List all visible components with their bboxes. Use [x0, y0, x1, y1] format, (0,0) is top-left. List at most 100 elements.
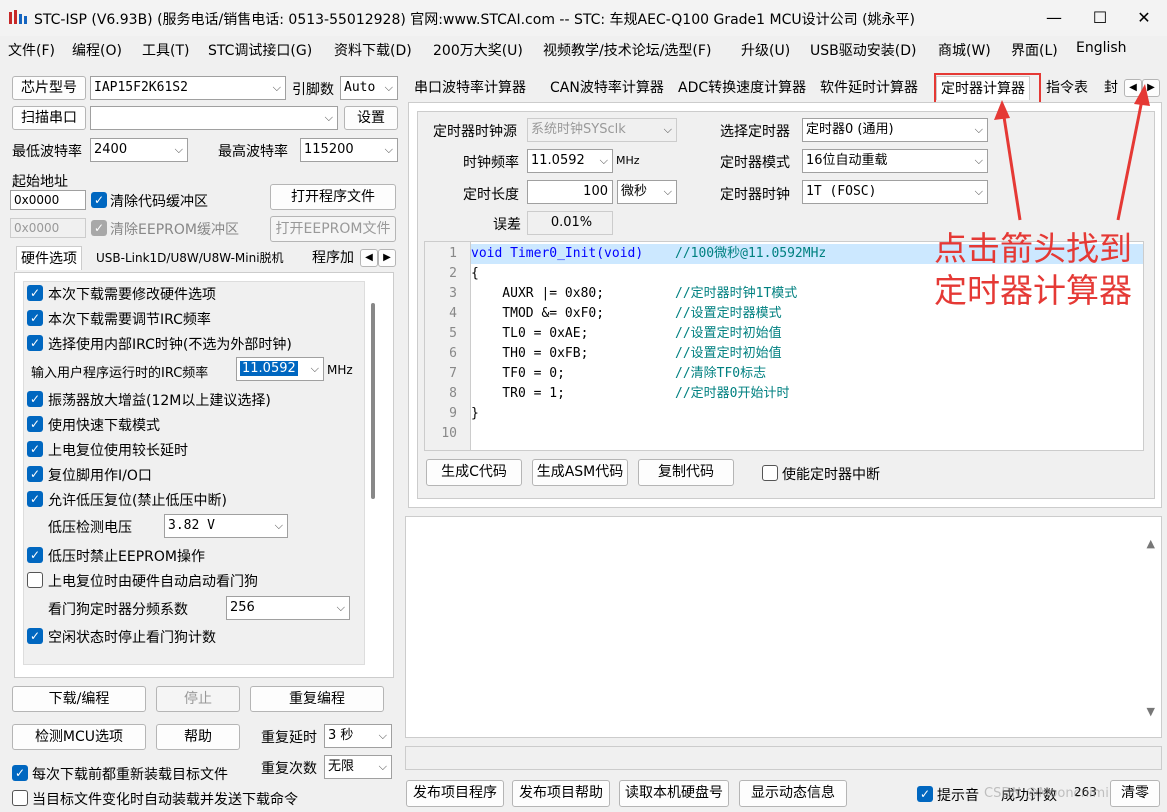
menu-program[interactable]: 编程(O)	[72, 40, 122, 60]
menu-english[interactable]: English	[1076, 40, 1127, 56]
min-baud-value: 2400	[94, 142, 128, 157]
repeat-delay-select[interactable]: 3 秒 ⌵	[324, 724, 392, 748]
menu-usb-driver[interactable]: USB驱动安装(D)	[810, 40, 916, 60]
hw-option-checkbox[interactable]: ✓	[27, 547, 43, 563]
tab-uart-baud-calc[interactable]: 串口波特率计算器	[410, 76, 530, 100]
copy-code-button[interactable]: 复制代码	[638, 459, 734, 486]
code-comment: //定时器0开始计时	[675, 386, 790, 401]
line-number: 7	[449, 366, 457, 381]
close-button[interactable]: ✕	[1121, 0, 1167, 36]
clear-code-checkbox[interactable]: ✓	[91, 192, 107, 208]
repeat-count-select[interactable]: 无限 ⌵	[324, 755, 392, 779]
select-timer-select[interactable]: 定时器0 (通用) ⌵	[802, 118, 988, 142]
clear-count-button[interactable]: 清零	[1110, 780, 1160, 807]
clock-frequency-select[interactable]: 11.0592 ⌵	[527, 149, 613, 173]
maximize-button[interactable]: ☐	[1077, 0, 1123, 36]
tab-scroll-right-button[interactable]: ▶	[378, 249, 396, 267]
tab-program-encrypt[interactable]: 程序加	[308, 246, 358, 270]
scroll-up-icon[interactable]: ▲	[1147, 537, 1155, 550]
hw-option-checkbox[interactable]: ✓	[27, 310, 43, 326]
generate-c-code-button[interactable]: 生成C代码	[426, 459, 522, 486]
timer-clock-source-label: 定时器时钟源	[433, 124, 517, 140]
eeprom-address-input: 0x0000	[10, 218, 86, 238]
download-program-button[interactable]: 下载/编程	[12, 686, 146, 712]
chevron-down-icon: ⌵	[174, 143, 183, 156]
reload-before-download-checkbox[interactable]: ✓	[12, 765, 28, 781]
auto-load-checkbox[interactable]: ✓	[12, 790, 28, 806]
timer-length-input[interactable]: 100	[527, 180, 613, 204]
tab-scroll-left-button[interactable]: ◀	[360, 249, 378, 267]
publish-help-button[interactable]: 发布项目帮助	[512, 780, 610, 807]
enable-timer-interrupt-checkbox[interactable]: ✓	[762, 465, 778, 481]
port-settings-button[interactable]: 设置	[344, 106, 398, 130]
menu-download[interactable]: 资料下载(D)	[334, 40, 412, 60]
hw-option-checkbox[interactable]: ✓	[27, 391, 43, 407]
code-comment: //定时器时钟1T模式	[675, 286, 798, 301]
timer-clock-select[interactable]: 1T (FOSC) ⌵	[802, 180, 988, 204]
scroll-down-icon[interactable]: ▼	[1147, 705, 1155, 718]
irc-frequency-select[interactable]: 11.0592 ⌵	[236, 357, 324, 381]
menu-prize[interactable]: 200万大奖(U)	[433, 40, 523, 60]
read-disk-id-button[interactable]: 读取本机硬盘号	[619, 780, 729, 807]
code-address-input[interactable]: 0x0000	[10, 190, 86, 210]
chip-type-button[interactable]: 芯片型号	[12, 76, 86, 100]
menu-tools[interactable]: 工具(T)	[142, 40, 189, 60]
menu-interface[interactable]: 界面(L)	[1011, 40, 1058, 60]
line-number: 4	[449, 306, 457, 321]
error-label: 误差	[493, 217, 521, 233]
code-comment: //清除TF0标志	[675, 366, 767, 381]
hw-option-wdt-idle: 空闲状态时停止看门狗计数	[48, 630, 216, 646]
tab-usb-link[interactable]: USB-Link1D/U8W/U8W-Mini脱机	[92, 246, 288, 270]
hw-option-checkbox[interactable]: ✓	[27, 335, 43, 351]
help-button[interactable]: 帮助	[156, 724, 240, 750]
timer-mode-select[interactable]: 16位自动重载 ⌵	[802, 149, 988, 173]
hw-option-checkbox[interactable]: ✓	[27, 466, 43, 482]
port-select[interactable]: ⌵	[90, 106, 338, 130]
hw-option-checkbox[interactable]: ✓	[27, 572, 43, 588]
hw-option-checkbox[interactable]: ✓	[27, 285, 43, 301]
publish-project-button[interactable]: 发布项目程序	[406, 780, 504, 807]
repeat-count-label: 重复次数	[261, 761, 317, 777]
window-title: STC-ISP (V6.93B) (服务电话/销售电话: 0513-550129…	[34, 12, 915, 28]
tab-hardware-options[interactable]: 硬件选项	[16, 246, 82, 270]
chevron-down-icon: ⌵	[974, 154, 983, 167]
hw-option-osc-gain: 振荡器放大增益(12M以上建议选择)	[48, 393, 271, 409]
code-line: 6 TH0 = 0xFB; //设置定时初始值	[425, 344, 1143, 364]
show-dynamic-info-button[interactable]: 显示动态信息	[739, 780, 847, 807]
open-program-file-button[interactable]: 打开程序文件	[270, 184, 396, 210]
timer-mode-label: 定时器模式	[720, 155, 790, 171]
max-baud-select[interactable]: 115200 ⌵	[300, 138, 398, 162]
wdt-prescaler-select[interactable]: 256 ⌵	[226, 596, 350, 620]
line-number: 3	[449, 286, 457, 301]
options-scrollbar[interactable]	[371, 303, 375, 499]
pins-select[interactable]: Auto ⌵	[340, 76, 398, 100]
hw-option-checkbox[interactable]: ✓	[27, 628, 43, 644]
menu-shop[interactable]: 商城(W)	[938, 40, 991, 60]
output-log[interactable]: ▲ ▼	[405, 516, 1162, 738]
detect-mcu-button[interactable]: 检测MCU选项	[12, 724, 146, 750]
hw-option-checkbox[interactable]: ✓	[27, 491, 43, 507]
min-baud-select[interactable]: 2400 ⌵	[90, 138, 188, 162]
hw-option-checkbox[interactable]: ✓	[27, 416, 43, 432]
low-voltage-select[interactable]: 3.82 V ⌵	[164, 514, 288, 538]
timer-length-unit-select[interactable]: 微秒 ⌵	[617, 180, 677, 204]
generate-asm-code-button[interactable]: 生成ASM代码	[532, 459, 628, 486]
menu-upgrade[interactable]: 升级(U)	[741, 40, 790, 60]
tab-adc-speed-calc[interactable]: ADC转换速度计算器	[674, 76, 810, 100]
select-timer-label: 选择定时器	[720, 124, 790, 140]
menu-video[interactable]: 视频教学/技术论坛/选型(F)	[543, 40, 711, 60]
annotation-line-1: 点击箭头找到	[934, 229, 1132, 268]
chevron-down-icon: ⌵	[378, 760, 387, 773]
tab-can-baud-calc[interactable]: CAN波特率计算器	[546, 76, 668, 100]
menu-file[interactable]: 文件(F)	[8, 40, 55, 60]
minimize-button[interactable]: —	[1031, 0, 1077, 36]
hw-option-checkbox[interactable]: ✓	[27, 441, 43, 457]
timer-clock-source-value: 系统时钟SYSclk	[531, 122, 626, 137]
tab-software-delay-calc[interactable]: 软件延时计算器	[816, 76, 922, 100]
chip-type-select[interactable]: IAP15F2K61S2 ⌵	[90, 76, 286, 100]
sound-checkbox[interactable]: ✓	[917, 786, 933, 802]
scan-port-button[interactable]: 扫描串口	[12, 106, 86, 130]
repeat-program-button[interactable]: 重复编程	[250, 686, 384, 712]
menu-debug[interactable]: STC调试接口(G)	[208, 40, 312, 60]
